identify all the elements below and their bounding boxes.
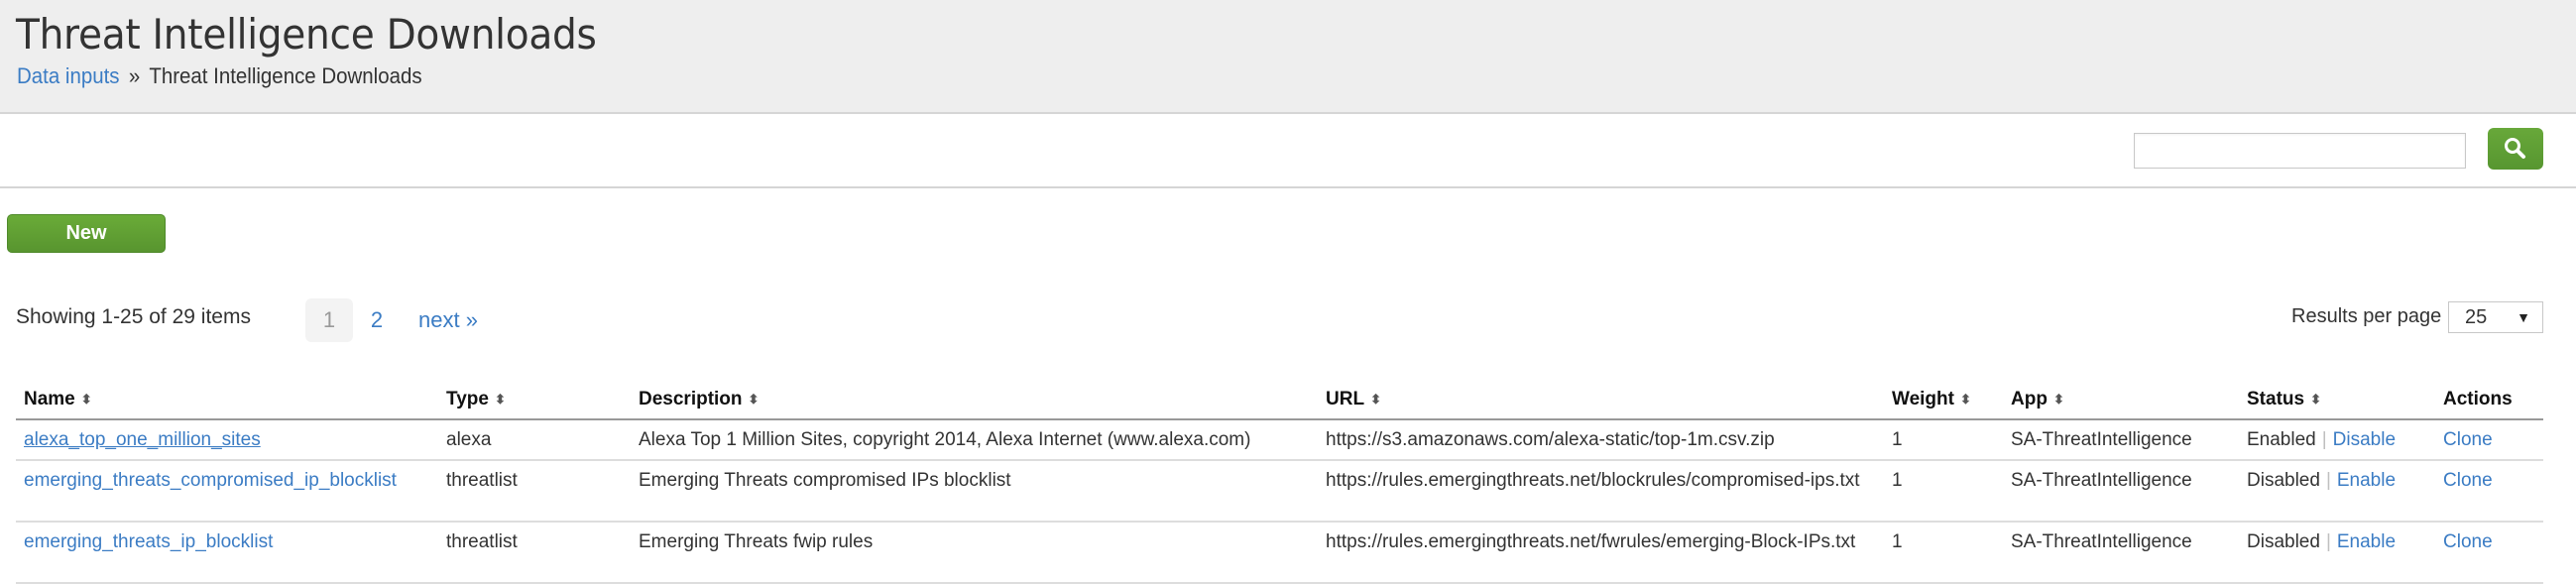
toolbar	[0, 115, 2576, 188]
input-app: SA-ThreatIntelligence	[2003, 419, 2239, 461]
input-description: Emerging Threats fwip rules	[631, 522, 1318, 584]
results-per-page-select[interactable]: 25 ▼	[2448, 301, 2543, 333]
inputs-table: Name ⬍ Type ⬍ Description ⬍ URL ⬍ Weight ⬍ Ap…	[16, 381, 2543, 584]
pagination: 1 2 next »	[305, 298, 486, 342]
table-header-row: Name ⬍ Type ⬍ Description ⬍ URL ⬍ Weight ⬍ Ap…	[16, 381, 2543, 420]
column-header-description[interactable]: Description ⬍	[631, 381, 1318, 420]
search-input[interactable]	[2134, 133, 2466, 169]
status-separator: |	[2325, 531, 2331, 552]
input-description: Alexa Top 1 Million Sites, copyright 201…	[631, 419, 1318, 461]
status-text: Disabled	[2247, 470, 2320, 491]
page-2-button[interactable]: 2	[353, 298, 401, 342]
input-status-cell: Disabled | Enable	[2239, 460, 2435, 523]
sort-icon: ⬍	[1959, 391, 1971, 407]
sort-icon: ⬍	[1370, 391, 1381, 407]
input-type: alexa	[438, 419, 631, 461]
input-type: threatlist	[438, 460, 631, 523]
input-name-link[interactable]: emerging_threats_compromised_ip_blocklis…	[24, 470, 397, 491]
column-header-type[interactable]: Type ⬍	[438, 381, 631, 420]
sort-icon: ⬍	[748, 391, 760, 407]
sort-icon: ⬍	[2052, 391, 2064, 407]
input-type: threatlist	[438, 522, 631, 584]
status-text: Disabled	[2247, 531, 2320, 552]
input-app: SA-ThreatIntelligence	[2003, 460, 2239, 523]
input-url: https://rules.emergingthreats.net/fwrule…	[1318, 522, 1884, 584]
sort-icon: ⬍	[80, 391, 92, 407]
disable-link[interactable]: Disable	[2333, 429, 2396, 450]
input-weight: 1	[1884, 419, 2003, 461]
results-per-page-value: 25	[2465, 305, 2488, 328]
sort-icon: ⬍	[2310, 391, 2321, 407]
breadcrumb-current: Threat Intelligence Downloads	[149, 63, 422, 88]
table-row: emerging_threats_compromised_ip_blocklis…	[16, 460, 2543, 523]
enable-link[interactable]: Enable	[2337, 470, 2396, 491]
input-status-cell: Disabled | Enable	[2239, 522, 2435, 584]
enable-link[interactable]: Enable	[2337, 531, 2396, 552]
clone-link[interactable]: Clone	[2443, 470, 2493, 491]
clone-link[interactable]: Clone	[2443, 531, 2493, 552]
breadcrumb: Data inputs » Threat Intelligence Downlo…	[17, 61, 422, 91]
input-status-cell: Enabled | Disable	[2239, 419, 2435, 461]
status-separator: |	[2321, 429, 2327, 450]
input-app: SA-ThreatIntelligence	[2003, 522, 2239, 584]
page-title: Threat Intelligence Downloads	[16, 10, 597, 58]
status-separator: |	[2325, 470, 2331, 491]
column-header-url[interactable]: URL ⬍	[1318, 381, 1884, 420]
input-name-link[interactable]: emerging_threats_ip_blocklist	[24, 531, 273, 552]
column-header-name[interactable]: Name ⬍	[16, 381, 438, 420]
sort-icon: ⬍	[494, 391, 506, 407]
breadcrumb-separator: »	[128, 63, 141, 88]
page-1-button[interactable]: 1	[305, 298, 353, 342]
table-row: emerging_threats_ip_blocklist threatlist…	[16, 522, 2543, 584]
column-header-actions: Actions	[2435, 381, 2543, 420]
results-per-page-label: Results per page	[2291, 305, 2442, 327]
input-weight: 1	[1884, 460, 2003, 523]
search-icon	[2505, 138, 2525, 159]
input-url: https://rules.emergingthreats.net/blockr…	[1318, 460, 1884, 523]
new-button[interactable]: New	[7, 214, 166, 253]
input-url: https://s3.amazonaws.com/alexa-static/to…	[1318, 419, 1884, 461]
items-count: Showing 1-25 of 29 items	[16, 305, 251, 328]
page-header: Threat Intelligence Downloads Data input…	[0, 0, 2576, 114]
caret-down-icon: ▼	[2517, 309, 2530, 325]
breadcrumb-data-inputs-link[interactable]: Data inputs	[17, 63, 120, 88]
search-button[interactable]	[2488, 128, 2543, 170]
table-row: alexa_top_one_million_sites alexa Alexa …	[16, 419, 2543, 461]
input-weight: 1	[1884, 522, 2003, 584]
input-name-link[interactable]: alexa_top_one_million_sites	[24, 429, 261, 450]
clone-link[interactable]: Clone	[2443, 429, 2493, 450]
column-header-status[interactable]: Status ⬍	[2239, 381, 2435, 420]
column-header-app[interactable]: App ⬍	[2003, 381, 2239, 420]
input-description: Emerging Threats compromised IPs blockli…	[631, 460, 1318, 523]
column-header-weight[interactable]: Weight ⬍	[1884, 381, 2003, 420]
next-page-link[interactable]: next »	[410, 298, 486, 342]
status-text: Enabled	[2247, 429, 2316, 450]
